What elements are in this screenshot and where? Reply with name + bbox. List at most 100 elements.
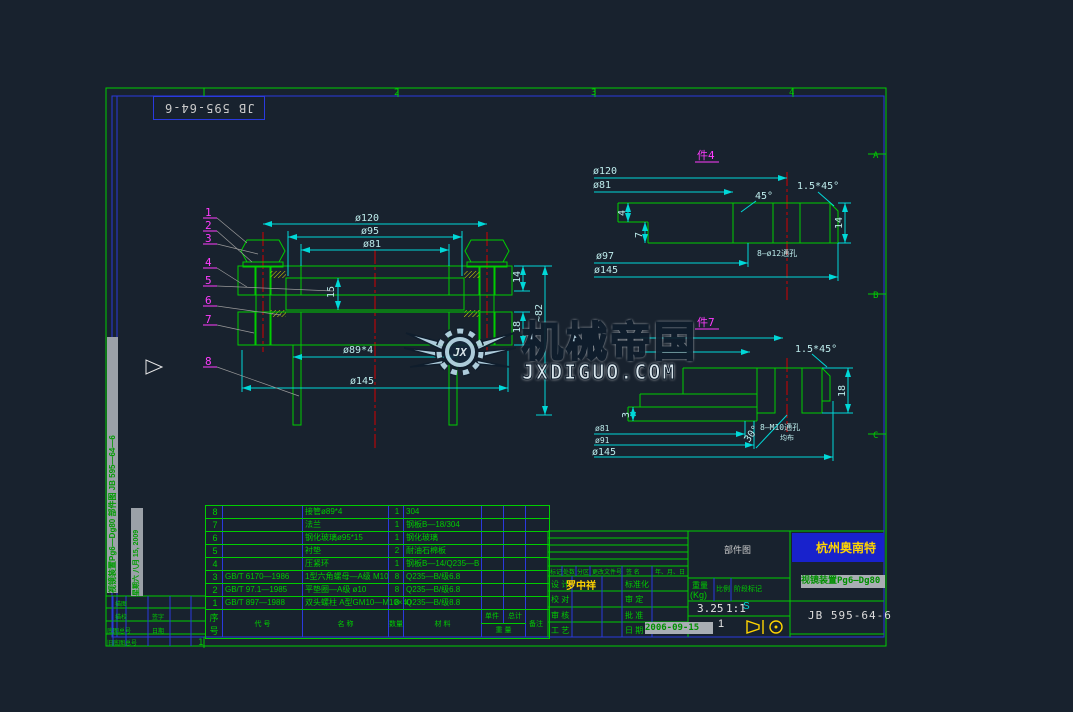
- margin-strip-plot-date[interactable]: 星期六 八月 15, 2009: [131, 508, 143, 596]
- bom-table[interactable]: 8 接管ø89*4 1 304 7 法兰 1 钢板B—18/304 6 钢化玻璃…: [205, 505, 550, 639]
- zone-label-4: 4: [789, 88, 794, 98]
- bom-material: 钢板B—14/Q235—B: [404, 558, 482, 570]
- zone-label-bottom-1: 1: [198, 638, 203, 648]
- role-standardization: 标准化: [625, 579, 649, 590]
- date-value-selected[interactable]: 2006-09-15: [645, 622, 713, 634]
- cad-workspace[interactable]: 2 3 4 1 A B C: [0, 0, 1073, 712]
- bom-material: 钢化玻璃: [404, 532, 482, 544]
- watermark-winged-gear-icon: JX: [404, 313, 516, 391]
- bom-qty: 1: [389, 532, 404, 544]
- table-row[interactable]: 4 压紧环 1 钢板B—14/Q235—B: [206, 558, 549, 571]
- d7-dim-chamfer: 1.5*45°: [795, 344, 837, 355]
- bom-material: 耐油石棉板: [404, 545, 482, 557]
- d7-dim-d145: ø145: [592, 447, 616, 458]
- corner-label-old-base-no: 旧底图总号: [107, 638, 137, 647]
- product-name-selected[interactable]: 视镜装置Pg6—Dg80: [801, 575, 885, 588]
- balloon-4: 4: [205, 256, 212, 269]
- table-row[interactable]: 5 衬垫 2 耐油石棉板: [206, 545, 549, 558]
- company-logo-bar: 杭州奥南特: [792, 533, 884, 562]
- margin-strip-drawing-info[interactable]: 视镜装置Pg6—Dg80 部件图 JB 595—64—6: [107, 337, 118, 593]
- table-row[interactable]: 3 GB/T 6170—1986 1型六角螺母—A级 M10 8 Q235—B/…: [206, 571, 549, 584]
- watermark-domain: JXDIGUO.COM: [522, 362, 698, 383]
- bom-qty: 8: [389, 571, 404, 583]
- role-approve: 批 准: [625, 610, 643, 621]
- table-row[interactable]: 2 GB/T 97.1—1985 平垫圈—A级 ø10 8 Q235—B/级6.…: [206, 584, 549, 597]
- zone-label-2: 2: [394, 88, 399, 98]
- dim-d95: ø95: [361, 226, 379, 237]
- rev-col-date: 年、月、日: [655, 567, 685, 576]
- rev-col-count: 处数: [563, 567, 575, 576]
- rev-col-sign: 签 名: [626, 567, 640, 576]
- dim-d120: ø120: [355, 213, 379, 224]
- d4-dim-45: 45°: [755, 191, 773, 202]
- zone-label-B: B: [873, 291, 878, 301]
- corner-label-trace-check: 描校: [115, 612, 127, 621]
- bom-qty: 1: [389, 519, 404, 531]
- table-row[interactable]: 7 法兰 1 钢板B—18/304: [206, 519, 549, 532]
- bom-name: 压紧环: [303, 558, 389, 570]
- rev-col-docno: 更改文件号: [592, 567, 622, 576]
- balloon-8: 8: [205, 355, 212, 368]
- bom-qty: 8: [389, 597, 404, 609]
- table-row[interactable]: 8 接管ø89*4 1 304: [206, 506, 549, 519]
- std-number-mirrored: JB 595-64-6: [164, 101, 254, 115]
- bom-code: [223, 532, 303, 544]
- bom-header-qty: 数量: [389, 610, 404, 637]
- d4-dim-7: 7: [634, 232, 645, 238]
- company-name: 杭州奥南特: [816, 539, 876, 556]
- rev-col-mark: 标记: [550, 567, 562, 576]
- center-mark-triangle: [146, 360, 162, 374]
- d7-dim-d91: ø91: [595, 436, 610, 445]
- table-row[interactable]: 1 GB/T 897—1988 双头螺柱 A型GM10—M10×40 8 Q23…: [206, 597, 549, 610]
- designer-signature: 罗中祥: [566, 577, 596, 592]
- bom-name: 接管ø89*4: [303, 506, 389, 518]
- bom-name: 法兰: [303, 519, 389, 531]
- drawing-number: JB 595-64-6: [808, 609, 892, 622]
- balloon-numbers: 1 2 3 4 5 6 7 8: [203, 206, 217, 368]
- balloon-6: 6: [205, 294, 212, 307]
- d4-dim-14: 14: [834, 217, 845, 229]
- projection-symbol-first-angle: [747, 620, 782, 634]
- dim-d145: ø145: [350, 376, 374, 387]
- corner-label-base-no: 底图总号: [107, 626, 131, 635]
- bom-material: Q235—B/级8.8: [404, 597, 482, 609]
- d4-dim-chamfer: 1.5*45°: [797, 181, 839, 192]
- corner-label-trace: 描图: [115, 599, 127, 608]
- bom-code: GB/T 897—1988: [223, 597, 303, 609]
- detail-view-part4[interactable]: 件4 ø120 ø81 4 7 45° 1.5*45° 14 ø9: [593, 149, 851, 300]
- corner-label-sign: 签字: [152, 612, 164, 621]
- bom-header-weight: 重 量: [496, 624, 512, 638]
- watermark-monogram: JX: [452, 346, 468, 359]
- bom-header-material: 材 料: [404, 610, 482, 637]
- std-number-mirrored-box: JB 595-64-6: [153, 96, 265, 120]
- d7-dim-d81: ø81: [595, 424, 610, 433]
- bom-header-code: 代 号: [223, 610, 303, 637]
- bom-header-unit: 单件: [481, 610, 504, 623]
- d4-dim-d81: ø81: [593, 180, 611, 191]
- d7-dim-dist: 均布: [780, 433, 794, 442]
- bom-code: [223, 545, 303, 557]
- bom-header-row: 序号 代 号 名 称 数量 材 料 单件 总计 重 量 备注: [206, 610, 549, 637]
- bom-no: 7: [206, 519, 223, 531]
- role-check: 校 对: [551, 594, 569, 605]
- zone-label-A: A: [873, 151, 879, 161]
- bom-no: 2: [206, 584, 223, 596]
- table-row[interactable]: 6 钢化玻璃ø95*15 1 钢化玻璃: [206, 532, 549, 545]
- balloon-leaders: [217, 218, 333, 396]
- bom-no: 5: [206, 545, 223, 557]
- bom-material: 钢板B—18/304: [404, 519, 482, 531]
- bom-qty: 1: [389, 558, 404, 570]
- balloon-2: 2: [205, 219, 212, 232]
- d4-dim-4: 4: [617, 210, 628, 216]
- dim-pipe: ø89*4: [343, 345, 373, 356]
- bom-no: 8: [206, 506, 223, 518]
- balloon-7: 7: [205, 313, 212, 326]
- bom-code: [223, 519, 303, 531]
- bom-no: 6: [206, 532, 223, 544]
- balloon-1: 1: [205, 206, 212, 219]
- weight-unit: (Kg): [690, 590, 707, 600]
- bom-no: 3: [206, 571, 223, 583]
- bom-material: Q235—B/级6.8: [404, 584, 482, 596]
- watermark-brand: 机械帝国: [522, 322, 698, 362]
- bom-no: 4: [206, 558, 223, 570]
